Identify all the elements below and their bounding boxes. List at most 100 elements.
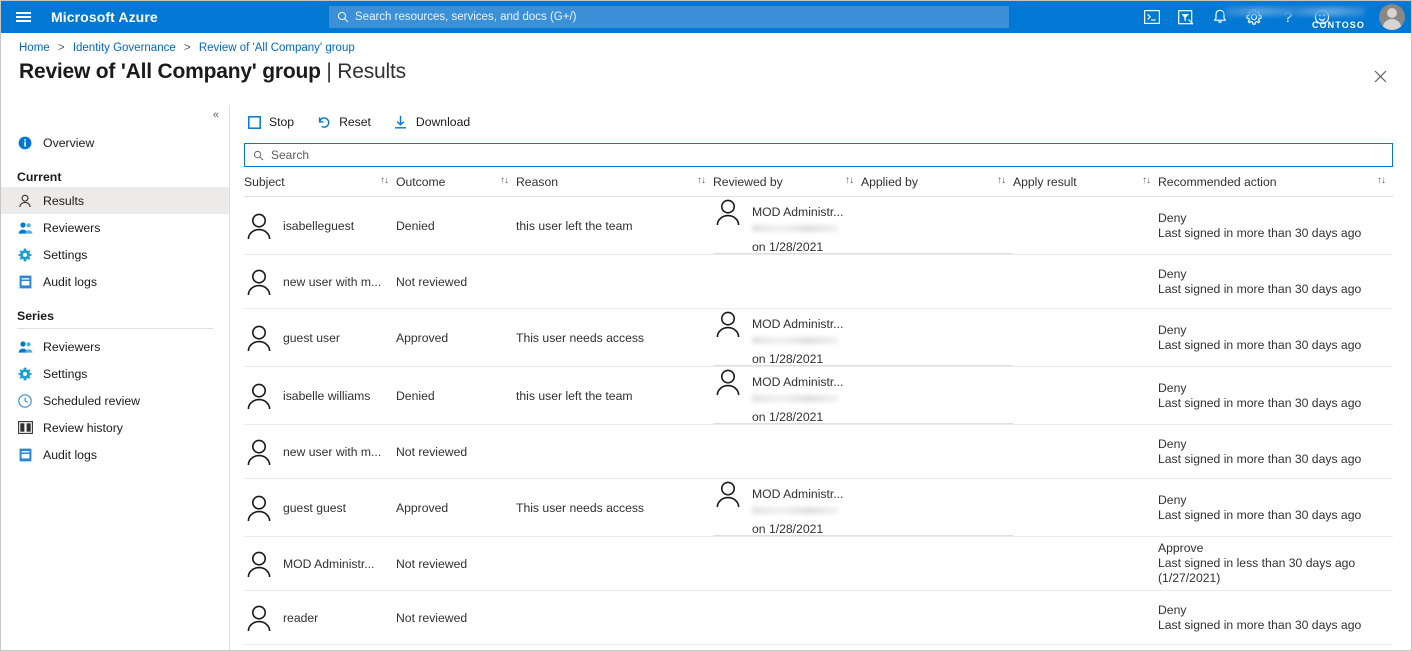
cell-reason [516, 591, 713, 644]
brand-label[interactable]: Microsoft Azure [51, 9, 158, 25]
people-icon [17, 220, 33, 236]
breadcrumb-item-home[interactable]: Home [19, 42, 50, 54]
subject-name: new user with m... [283, 445, 381, 459]
recommended-action-reason: Last signed in more than 30 days ago [1158, 618, 1361, 633]
avatar [244, 267, 274, 297]
avatar [244, 381, 274, 411]
sort-icon[interactable]: ↑↓ [380, 175, 388, 186]
page-title-divider: | [326, 60, 331, 83]
table-row[interactable]: reader Not reviewed [244, 591, 1393, 645]
reviewer-block [713, 430, 855, 473]
tenant-info[interactable]: CONTOSO [1217, 1, 1367, 33]
column-header-recommended-action[interactable]: Recommended action ↑↓ [1158, 175, 1393, 189]
avatar[interactable] [1379, 4, 1405, 30]
breadcrumb-item-identity-governance[interactable]: Identity Governance [73, 42, 176, 54]
reason-value: This user needs access [516, 501, 644, 515]
reason-value: this user left the team [516, 389, 633, 403]
reviewer-date: on 1/28/2021 [752, 240, 855, 254]
column-header-outcome[interactable]: Outcome ↑↓ [396, 175, 516, 189]
cell-apply-result [1013, 479, 1158, 536]
download-arrow-icon [393, 114, 409, 130]
sidebar-group-divider [17, 328, 213, 329]
cell-subject: reader [244, 591, 396, 644]
table-row[interactable]: MOD Administr... Not reviewed [244, 537, 1393, 591]
recommended-action-value: Deny [1158, 323, 1361, 338]
download-button[interactable]: Download [391, 108, 480, 136]
table-row[interactable]: guest user Approved This user needs acce… [244, 309, 1393, 367]
sidebar-item-review-history[interactable]: Review history [1, 414, 229, 441]
cell-subject: guest user [244, 309, 396, 366]
table-row[interactable]: isabelleguest Denied this user left the … [244, 197, 1393, 255]
sort-icon[interactable]: ↑↓ [997, 175, 1005, 186]
collapse-sidebar-button[interactable]: « [213, 110, 219, 121]
row-underline [713, 253, 1013, 254]
sidebar-item-reviewers-current[interactable]: Reviewers [1, 214, 229, 241]
stop-button[interactable]: Stop [244, 108, 304, 136]
sort-icon[interactable]: ↑↓ [1142, 175, 1150, 186]
global-search-input[interactable]: Search resources, services, and docs (G+… [329, 6, 1009, 28]
reset-button[interactable]: Reset [314, 108, 381, 136]
cloud-shell-icon[interactable] [1135, 1, 1169, 33]
table-body: isabelleguest Denied this user left the … [244, 197, 1393, 645]
sidebar-item-audit-logs-series[interactable]: Audit logs [1, 441, 229, 468]
sidebar-item-results[interactable]: Results [1, 187, 229, 214]
outcome-value: Not reviewed [396, 557, 467, 571]
reviewer-email-redacted [752, 507, 838, 514]
reason-value: This user needs access [516, 331, 644, 345]
directory-filter-icon[interactable] [1169, 1, 1203, 33]
avatar [713, 309, 743, 339]
recommended-action-reason: Last signed in more than 30 days ago [1158, 452, 1361, 467]
column-header-reason[interactable]: Reason ↑↓ [516, 175, 713, 189]
cell-applied-by [861, 367, 1013, 424]
recommended-action-value: Approve [1158, 541, 1387, 556]
sort-icon[interactable]: ↑↓ [697, 175, 705, 186]
cell-outcome: Not reviewed [396, 591, 516, 644]
cell-outcome: Approved [396, 309, 516, 366]
cell-reviewed-by: MOD Administr... on 1/28/2021 [713, 479, 861, 536]
column-header-subject[interactable]: Subject ↑↓ [244, 175, 396, 189]
search-input[interactable]: Search [244, 143, 1393, 167]
sidebar-group-series: Series [1, 295, 229, 326]
sidebar-item-label: Results [43, 194, 84, 208]
sidebar-item-scheduled-review[interactable]: Scheduled review [1, 387, 229, 414]
column-header-applied-by[interactable]: Applied by ↑↓ [861, 175, 1013, 189]
reviewer-block [713, 542, 855, 585]
cell-applied-by [861, 479, 1013, 536]
cell-subject: isabelleguest [244, 197, 396, 254]
cell-recommended-action: Deny Last signed in more than 30 days ag… [1158, 591, 1393, 644]
avatar [244, 323, 274, 353]
close-icon[interactable] [1367, 63, 1393, 89]
blade-content: « Overview Current [1, 105, 1411, 650]
reset-arrow-icon [316, 114, 332, 130]
sidebar-item-audit-logs-current[interactable]: Audit logs [1, 268, 229, 295]
sidebar-item-label: Audit logs [43, 448, 97, 462]
hamburger-icon[interactable] [1, 1, 45, 33]
cell-outcome: Not reviewed [396, 537, 516, 590]
column-header-apply-result[interactable]: Apply result ↑↓ [1013, 175, 1158, 189]
table-row[interactable]: new user with m... Not reviewed [244, 255, 1393, 309]
table-row[interactable]: guest guest Approved This user needs acc… [244, 479, 1393, 537]
sidebar-item-reviewers-series[interactable]: Reviewers [1, 333, 229, 360]
table-row[interactable]: new user with m... Not reviewed [244, 425, 1393, 479]
cell-recommended-action: Deny Last signed in more than 30 days ag… [1158, 479, 1393, 536]
cell-apply-result [1013, 367, 1158, 424]
column-header-reviewed-by[interactable]: Reviewed by ↑↓ [713, 175, 861, 189]
avatar-head [1387, 8, 1397, 18]
subject-name: reader [283, 611, 318, 625]
sidebar-item-overview[interactable]: Overview [1, 129, 229, 156]
stop-square-icon [246, 114, 262, 130]
sidebar-item-settings-series[interactable]: Settings [1, 360, 229, 387]
sort-icon[interactable]: ↑↓ [1377, 175, 1385, 186]
sort-icon[interactable]: ↑↓ [845, 175, 853, 186]
subject-name: new user with m... [283, 275, 381, 289]
cell-applied-by [861, 537, 1013, 590]
recommended-action-value: Deny [1158, 437, 1361, 452]
row-underline [713, 423, 1013, 424]
sort-icon[interactable]: ↑↓ [500, 175, 508, 186]
breadcrumb-item-review[interactable]: Review of 'All Company' group [199, 42, 355, 54]
table-row[interactable]: isabelle williams Denied this user left … [244, 367, 1393, 425]
reviewer-date: on 1/28/2021 [752, 352, 855, 366]
sidebar-item-settings-current[interactable]: Settings [1, 241, 229, 268]
global-header: Microsoft Azure Search resources, servic… [1, 1, 1411, 33]
cell-apply-result [1013, 537, 1158, 590]
